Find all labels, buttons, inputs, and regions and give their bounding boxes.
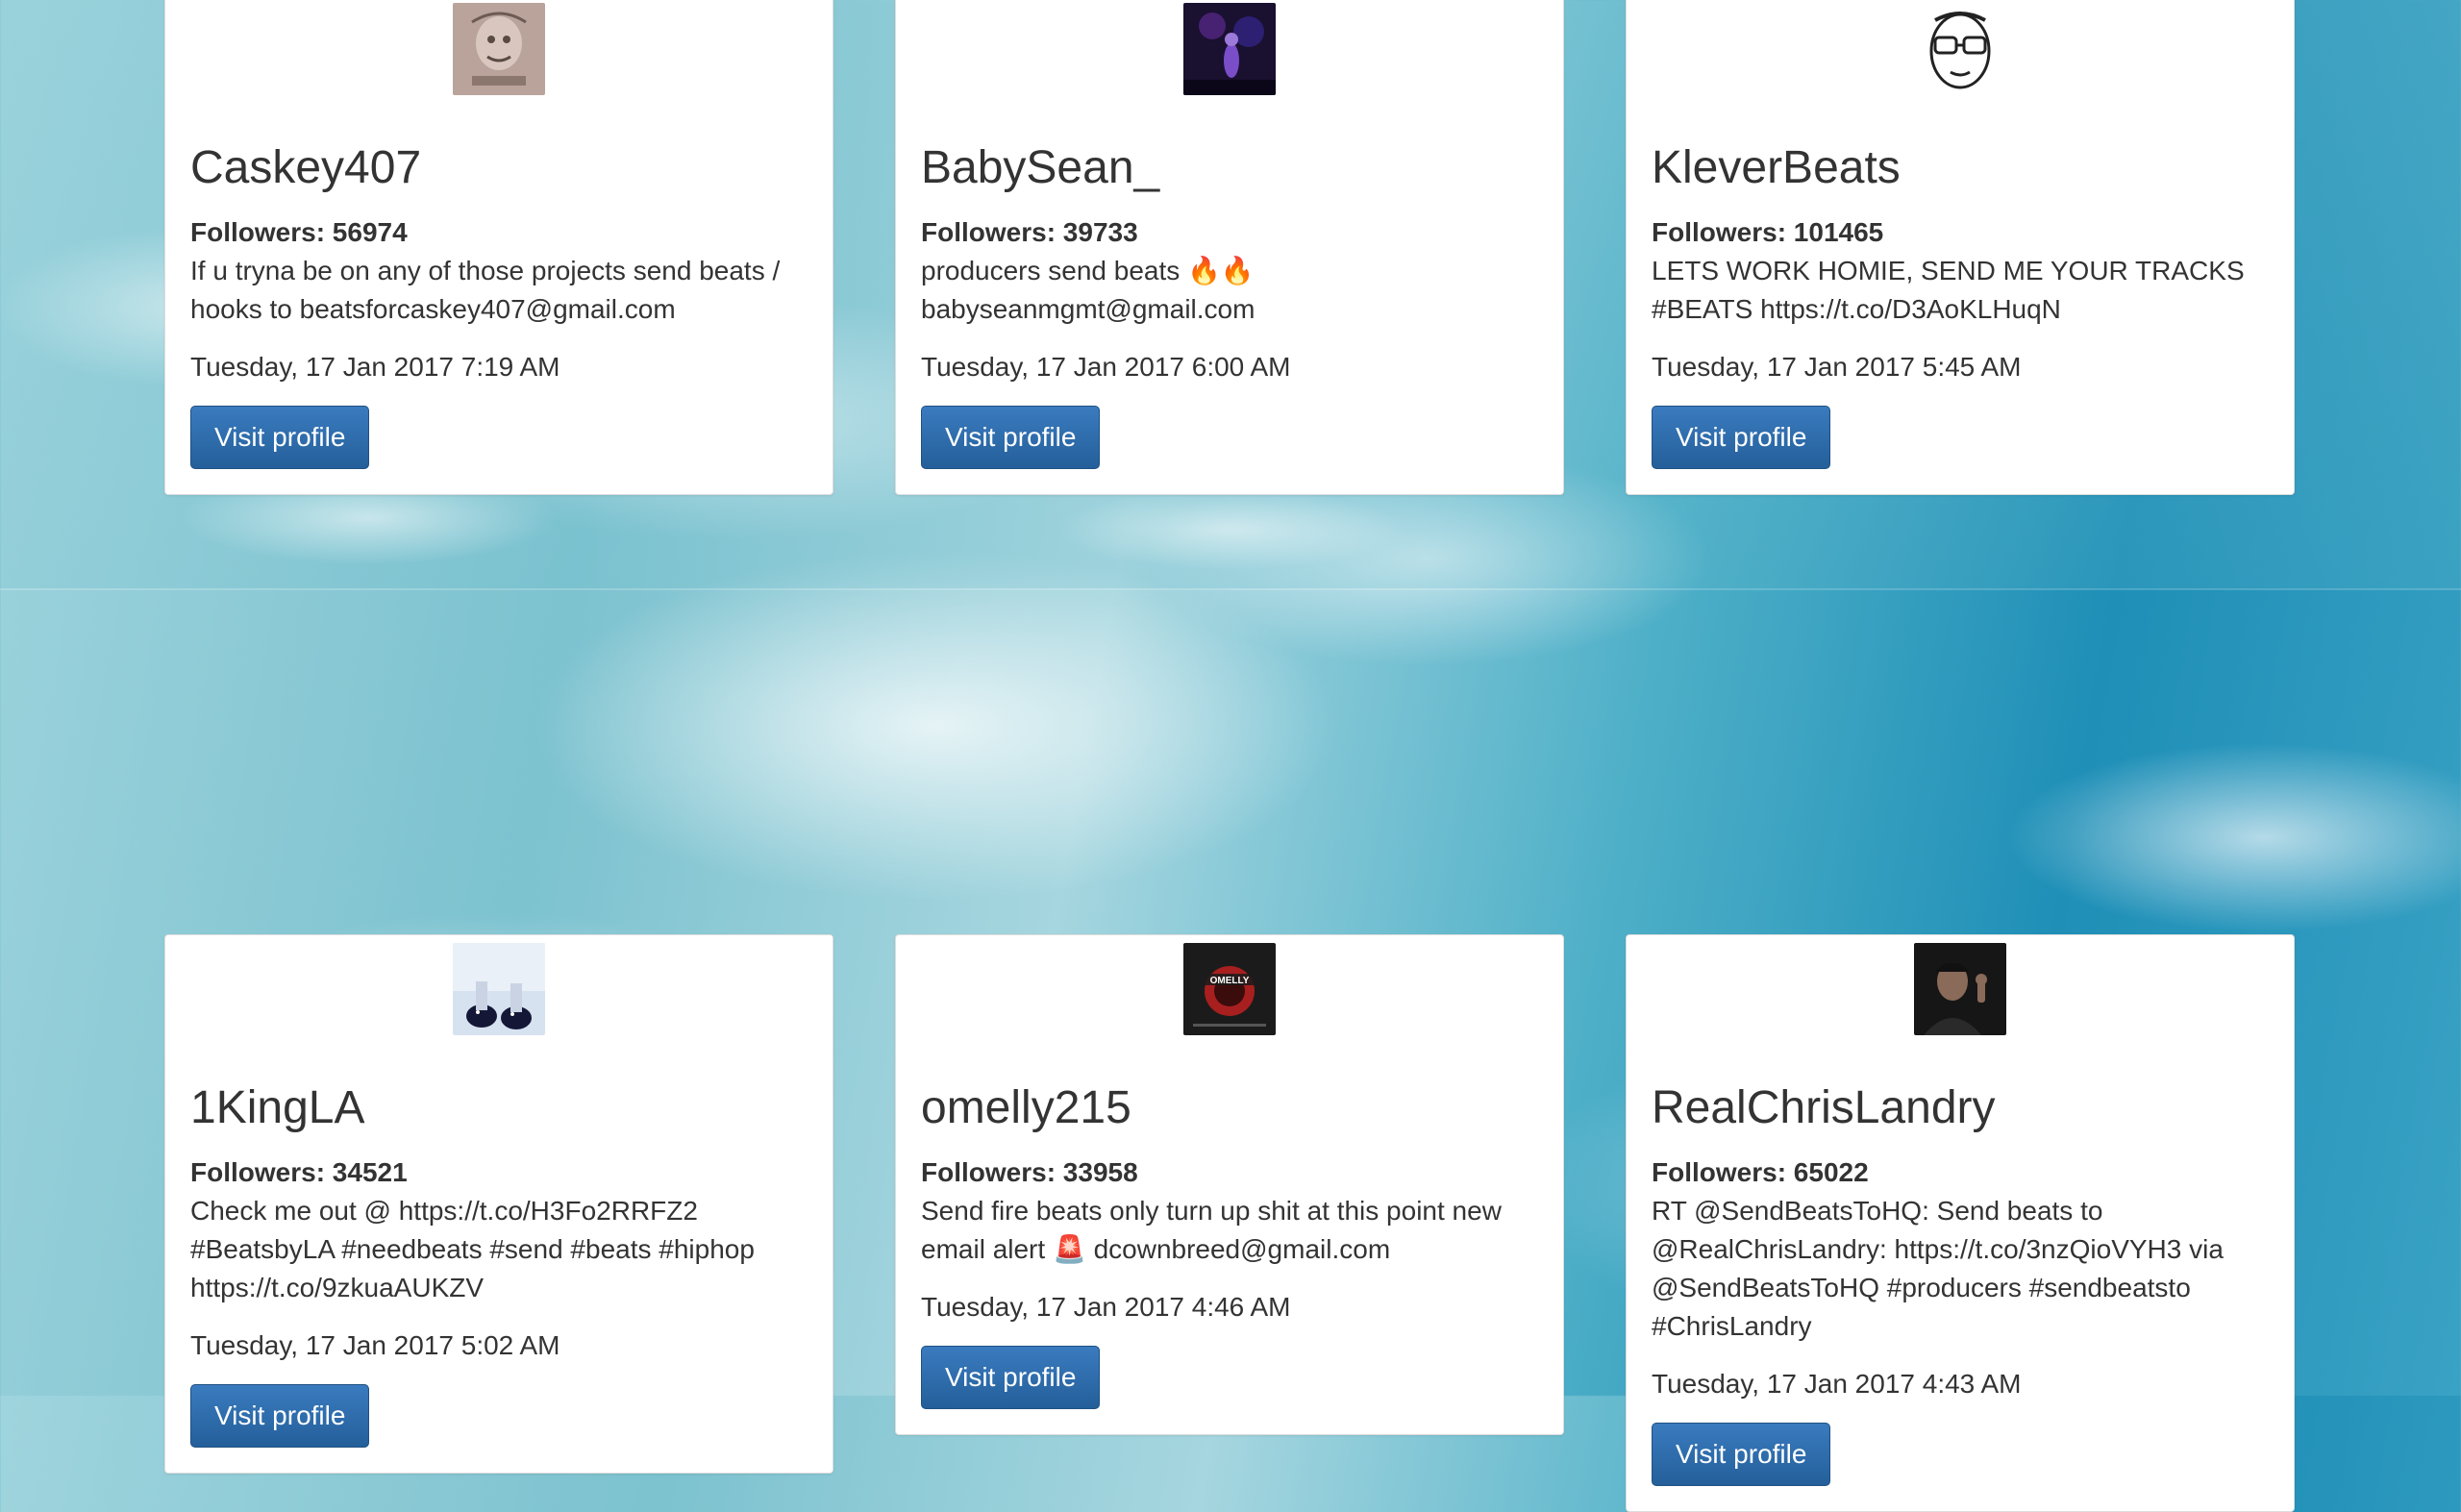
followers-stat: Followers: 34521 xyxy=(190,1153,808,1192)
username: RealChrisLandry xyxy=(1652,1082,1996,1133)
post-date: Tuesday, 17 Jan 2017 4:46 AM xyxy=(921,1291,1291,1322)
followers-count: 33958 xyxy=(1062,1156,1138,1187)
user-card: 1KingLA Followers: 34521 Check me out @ … xyxy=(164,934,833,1474)
username: Caskey407 xyxy=(190,142,422,193)
user-bio: If u tryna be on any of those projects s… xyxy=(190,255,781,324)
followers-count: 101465 xyxy=(1793,216,1884,247)
followers-label: Followers: xyxy=(1652,1156,1787,1187)
followers-stat: Followers: 56974 xyxy=(190,213,808,252)
user-bio: RT @SendBeatsToHQ: Send beats to @RealCh… xyxy=(1652,1195,2224,1341)
visit-profile-button[interactable]: Visit profile xyxy=(921,1345,1101,1409)
user-bio: producers send beats 🔥🔥 babyseanmgmt@gma… xyxy=(921,255,1255,324)
followers-label: Followers: xyxy=(1652,216,1787,247)
sneakers-avatar-icon[interactable] xyxy=(453,943,545,1035)
portrait-avatar-icon[interactable] xyxy=(1914,943,2006,1035)
post-date: Tuesday, 17 Jan 2017 5:02 AM xyxy=(190,1329,560,1360)
followers-count: 34521 xyxy=(332,1156,408,1187)
visit-profile-button[interactable]: Visit profile xyxy=(190,1383,370,1448)
visit-profile-button[interactable]: Visit profile xyxy=(921,405,1101,469)
visit-profile-button[interactable]: Visit profile xyxy=(190,405,370,469)
user-bio: Check me out @ https://t.co/H3Fo2RRFZ2 #… xyxy=(190,1195,755,1302)
username: KleverBeats xyxy=(1652,142,1901,193)
visit-profile-button[interactable]: Visit profile xyxy=(1652,405,1831,469)
followers-stat: Followers: 39733 xyxy=(921,213,1538,252)
followers-count: 39733 xyxy=(1062,216,1138,247)
followers-count: 65022 xyxy=(1793,1156,1869,1187)
user-card: BabySean_ Followers: 39733 producers sen… xyxy=(895,0,1564,495)
post-date: Tuesday, 17 Jan 2017 4:43 AM xyxy=(1652,1368,2022,1399)
section-divider xyxy=(0,588,2461,590)
user-bio: Send fire beats only turn up shit at thi… xyxy=(921,1195,1502,1264)
followers-stat: Followers: 101465 xyxy=(1652,213,2269,252)
followers-stat: Followers: 65022 xyxy=(1652,1153,2269,1192)
user-card: OMELLY omelly215 Followers: 33958 Send f… xyxy=(895,934,1564,1435)
user-bio: LETS WORK HOMIE, SEND ME YOUR TRACKS #BE… xyxy=(1652,255,2245,324)
username: BabySean_ xyxy=(921,142,1160,193)
followers-label: Followers: xyxy=(921,216,1056,247)
post-date: Tuesday, 17 Jan 2017 5:45 AM xyxy=(1652,351,2022,382)
sketch-avatar-icon[interactable] xyxy=(453,3,545,95)
user-card: KleverBeats Followers: 101465 LETS WORK … xyxy=(1626,0,2295,495)
followers-stat: Followers: 33958 xyxy=(921,1153,1538,1192)
followers-count: 56974 xyxy=(332,216,408,247)
post-date: Tuesday, 17 Jan 2017 6:00 AM xyxy=(921,351,1291,382)
user-card: RealChrisLandry Followers: 65022 RT @Sen… xyxy=(1626,934,2295,1512)
post-date: Tuesday, 17 Jan 2017 7:19 AM xyxy=(190,351,560,382)
visit-profile-button[interactable]: Visit profile xyxy=(1652,1422,1831,1486)
username: 1KingLA xyxy=(190,1082,365,1133)
album-cover-text: OMELLY xyxy=(1210,976,1250,986)
album-cover-avatar-icon[interactable]: OMELLY xyxy=(1183,943,1276,1035)
followers-label: Followers: xyxy=(921,1156,1056,1187)
username: omelly215 xyxy=(921,1082,1131,1133)
stage-avatar-icon[interactable] xyxy=(1183,3,1276,95)
user-card: Caskey407 Followers: 56974 If u tryna be… xyxy=(164,0,833,495)
followers-label: Followers: xyxy=(190,216,326,247)
followers-label: Followers: xyxy=(190,1156,326,1187)
glasses-face-avatar-icon[interactable] xyxy=(1914,3,2006,95)
